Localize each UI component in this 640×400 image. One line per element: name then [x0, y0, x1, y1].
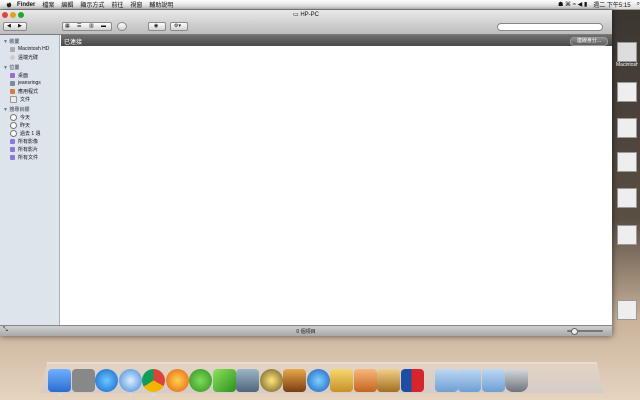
- item-count: 0 個項目: [296, 329, 316, 335]
- search-input[interactable]: [497, 23, 603, 31]
- safari-icon[interactable]: [118, 369, 142, 396]
- applications-folder-icon[interactable]: [434, 369, 458, 392]
- action-button[interactable]: ⚙▾: [170, 22, 188, 31]
- sidebar-item-today[interactable]: 今天: [10, 113, 59, 121]
- desktop-icon[interactable]: [616, 188, 638, 208]
- menu-window[interactable]: 視窗: [130, 0, 142, 9]
- hard-drive-icon: [10, 46, 15, 52]
- dock-separator: [424, 369, 434, 392]
- spotlight-icon[interactable]: ⌕: [637, 1, 640, 8]
- menu-finder[interactable]: Finder: [17, 2, 35, 8]
- dock-icons: [48, 364, 529, 396]
- menubar-clock[interactable]: 週二 下午5:15: [593, 0, 630, 9]
- robot-icon[interactable]: [189, 369, 212, 392]
- file-list-area[interactable]: [61, 46, 612, 325]
- x-app-icon[interactable]: [212, 369, 236, 392]
- chrome-icon[interactable]: [142, 369, 165, 396]
- slider-knob[interactable]: [571, 328, 578, 335]
- smart-folder-icon: [10, 138, 15, 144]
- smart-folder-icon: [10, 154, 15, 160]
- desktop-icon[interactable]: [616, 225, 638, 245]
- sidebar-item-documents[interactable]: 文件: [10, 95, 59, 103]
- status-bar: ⤡ 0 個項目: [0, 325, 612, 336]
- connect-as-button[interactable]: 連線身分...: [569, 37, 608, 46]
- documents-folder-icon[interactable]: [458, 369, 481, 392]
- column-view-icon[interactable]: ▥: [89, 23, 94, 29]
- folder-icon: ▭: [292, 12, 299, 18]
- app-store-icon[interactable]: [95, 369, 118, 392]
- coverflow-view-icon[interactable]: ▬: [101, 23, 106, 29]
- documents-icon: [10, 95, 17, 103]
- home-icon: [10, 80, 15, 86]
- downloads-folder-icon[interactable]: [481, 369, 505, 392]
- sidebar-item-home[interactable]: jeansrings: [10, 79, 59, 87]
- firefox-icon[interactable]: [165, 369, 189, 392]
- desktop-icon[interactable]: [616, 118, 638, 138]
- sidebar-item-yesterday[interactable]: 昨天: [10, 121, 59, 129]
- stickies-icon[interactable]: [377, 369, 400, 392]
- back-forward-buttons[interactable]: ◀ ▶: [3, 22, 27, 31]
- menu-file[interactable]: 檔案: [42, 0, 54, 9]
- desktop-icon[interactable]: [616, 152, 638, 172]
- status-icons[interactable]: ☗ ⌘ ≈ ◀ ▮: [558, 1, 587, 8]
- back-arrow-icon[interactable]: ◀: [7, 23, 11, 29]
- view-mode-buttons[interactable]: ▦ ☰ ▥ ▬: [62, 22, 112, 31]
- burn-button[interactable]: [117, 22, 127, 31]
- menubar: Finder 檔案 編輯 顯示方式 前往 視窗 輔助說明 ☗ ⌘ ≈ ◀ ▮ 週…: [0, 0, 640, 10]
- menu-edit[interactable]: 編輯: [61, 0, 73, 9]
- smart-folder-icon: [10, 146, 15, 152]
- itunes-icon[interactable]: [306, 369, 330, 392]
- sidebar-item-applications[interactable]: 應用程式: [10, 87, 59, 95]
- imovie-icon[interactable]: [259, 369, 283, 392]
- finder-icon[interactable]: [48, 369, 71, 396]
- apple-icon[interactable]: [6, 2, 12, 8]
- menu-go[interactable]: 前往: [111, 0, 123, 9]
- system-preferences-icon[interactable]: [71, 369, 95, 392]
- sidebar-item-past-week[interactable]: 過去 1 週: [10, 129, 59, 137]
- forward-arrow-icon[interactable]: ▶: [18, 23, 22, 29]
- mail-icon[interactable]: [330, 369, 353, 392]
- quick-look-button[interactable]: ◉: [148, 22, 166, 31]
- sidebar-item-all-images[interactable]: 所有影像: [10, 137, 59, 145]
- menu-help[interactable]: 輔助說明: [149, 0, 173, 9]
- connection-bar: 已連接 連線身分...: [61, 35, 612, 46]
- sidebar-item-macintosh-hd[interactable]: Macintosh HD: [10, 45, 59, 53]
- sidebar-item-all-documents[interactable]: 所有文件: [10, 153, 59, 161]
- finder-window: ▭ HP-PC ◀ ▶ ▦ ☰ ▥ ▬ ◉ ⚙▾ ▼ 裝置 Macintosh …: [0, 10, 612, 336]
- sidebar-section-places: ▼ 位置: [3, 65, 20, 71]
- clock-icon: [10, 129, 17, 137]
- clock-icon: [10, 113, 17, 121]
- garageband-icon[interactable]: [283, 369, 306, 392]
- desktop-folder-icon: [10, 72, 15, 78]
- connection-status: 已連接: [64, 40, 83, 46]
- list-view-icon[interactable]: ☰: [77, 23, 81, 29]
- sidebar-section-devices: ▼ 裝置: [3, 39, 20, 45]
- desktop-icon[interactable]: Macintosh HD: [616, 42, 638, 68]
- desktop-icon[interactable]: [616, 82, 638, 102]
- sidebar-section-search: ▼ 搜尋目標: [3, 107, 30, 113]
- sidebar-item-remote-disc[interactable]: 遠端光碟: [10, 53, 59, 61]
- applications-icon: [10, 88, 15, 94]
- icon-size-slider[interactable]: [567, 328, 603, 335]
- sidebar-item-desktop[interactable]: 桌面: [10, 71, 59, 79]
- desktop-icon[interactable]: [616, 300, 638, 320]
- remote-disc-icon: [10, 54, 15, 60]
- gear-icon: ⚙▾: [174, 23, 181, 29]
- clock-icon: [10, 121, 17, 129]
- photo-booth-icon[interactable]: [400, 369, 424, 392]
- menu-view[interactable]: 顯示方式: [80, 0, 104, 9]
- iphoto-icon[interactable]: [236, 369, 259, 392]
- sidebar-item-all-movies[interactable]: 所有影片: [10, 145, 59, 153]
- desktop-icons: Macintosh HD: [610, 10, 640, 340]
- eye-icon: ◉: [154, 23, 159, 29]
- window-titlebar: ▭ HP-PC ◀ ▶ ▦ ☰ ▥ ▬ ◉ ⚙▾: [0, 10, 612, 35]
- preview-icon[interactable]: [353, 369, 377, 392]
- trash-icon[interactable]: [505, 369, 528, 392]
- icon-view-icon[interactable]: ▦: [65, 23, 70, 29]
- window-title: ▭ HP-PC: [292, 12, 319, 18]
- sidebar: ▼ 裝置 Macintosh HD 遠端光碟 ▼ 位置 桌面 jeansring…: [0, 35, 60, 325]
